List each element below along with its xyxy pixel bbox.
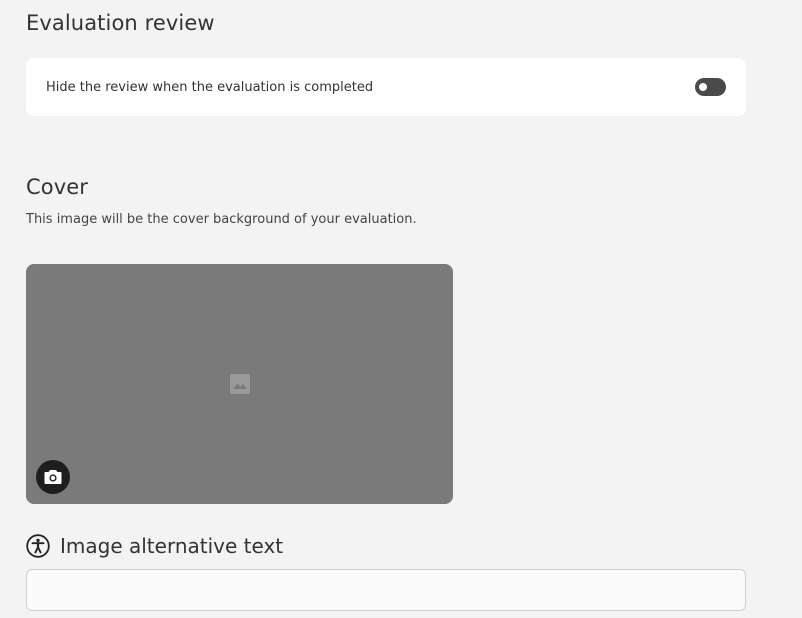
camera-icon: [44, 470, 62, 484]
toggle-knob: [699, 83, 707, 91]
cover-description: This image will be the cover background …: [26, 212, 417, 227]
upload-cover-button[interactable]: [36, 460, 70, 494]
hide-review-toggle[interactable]: [695, 78, 726, 96]
evaluation-review-title: Evaluation review: [26, 11, 215, 35]
hide-review-card: Hide the review when the evaluation is c…: [26, 58, 746, 116]
hide-review-label: Hide the review when the evaluation is c…: [46, 79, 374, 95]
image-icon: [230, 374, 250, 394]
alt-text-label: Image alternative text: [60, 534, 284, 558]
settings-page: Evaluation review Hide the review when t…: [0, 0, 802, 618]
alt-text-heading: Image alternative text: [26, 533, 283, 559]
cover-title: Cover: [26, 175, 88, 199]
cover-image-preview[interactable]: [26, 264, 453, 504]
accessibility-icon: [26, 534, 50, 558]
alt-text-input[interactable]: [26, 569, 746, 611]
